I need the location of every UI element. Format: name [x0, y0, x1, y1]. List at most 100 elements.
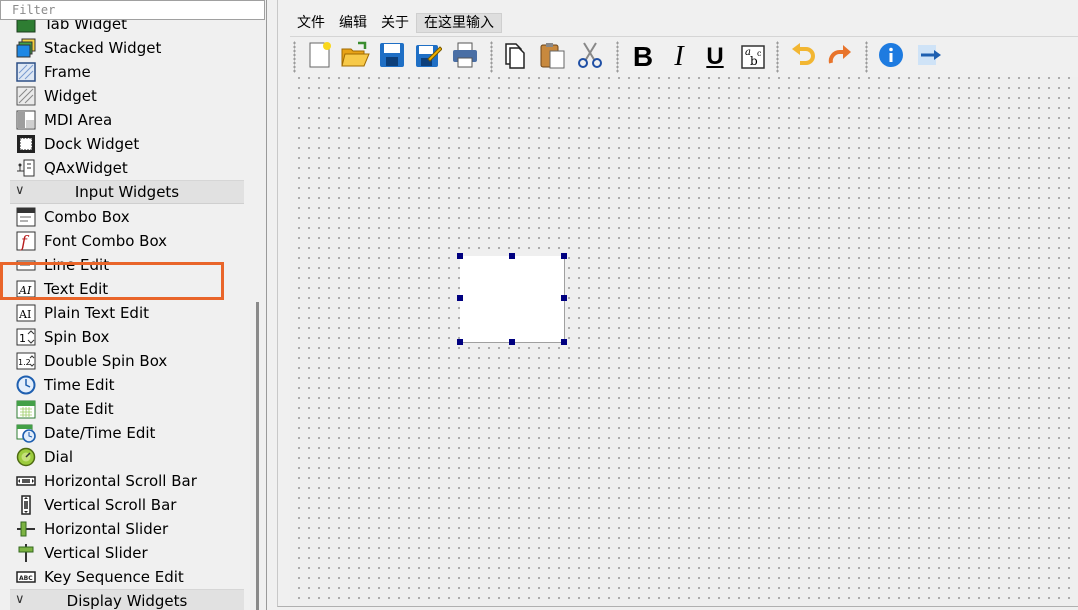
- vertical-slider-icon: [16, 543, 36, 563]
- toolbar-handle[interactable]: [865, 41, 868, 73]
- widget-item-key-sequence-edit[interactable]: ABC Key Sequence Edit: [0, 565, 246, 589]
- redo-icon: [826, 41, 854, 73]
- widget-item-time-edit[interactable]: Time Edit: [0, 373, 246, 397]
- widget-item-date-time-edit[interactable]: Date/Time Edit: [0, 421, 246, 445]
- widget-item-label: Time Edit: [44, 376, 115, 394]
- text-edit-icon: AI: [16, 279, 36, 299]
- toolbar-handle[interactable]: [293, 41, 296, 73]
- redo-button[interactable]: [825, 42, 855, 72]
- selection-handle[interactable]: [457, 295, 463, 301]
- mdi-area-icon: [16, 110, 36, 130]
- widget-item-dial[interactable]: Dial: [0, 445, 246, 469]
- frame-icon: [16, 62, 36, 82]
- widget-item-plain-text-edit[interactable]: AI Plain Text Edit: [0, 301, 246, 325]
- widget-item-vertical-slider[interactable]: Vertical Slider: [0, 541, 246, 565]
- category-label: Input Widgets: [74, 183, 180, 201]
- spin-box-icon: 1: [16, 327, 36, 347]
- widget-item-stacked-widget[interactable]: Stacked Widget: [0, 36, 246, 60]
- widget-item-qaxwidget[interactable]: QAxWidget: [0, 156, 246, 180]
- selection-handle[interactable]: [457, 339, 463, 345]
- category-input-widgets[interactable]: ∨ Input Widgets: [10, 180, 244, 204]
- widget-item-label: Vertical Scroll Bar: [44, 496, 177, 514]
- plain-text-edit-icon: AI: [16, 303, 36, 323]
- widget-item-line-edit[interactable]: Line Edit: [0, 253, 246, 277]
- toolbar-handle[interactable]: [616, 41, 619, 73]
- widget-item-double-spin-box[interactable]: 1.2 Double Spin Box: [0, 349, 246, 373]
- selection-handle[interactable]: [561, 253, 567, 259]
- widget-item-spin-box[interactable]: 1 Spin Box: [0, 325, 246, 349]
- save-button[interactable]: [377, 42, 407, 72]
- widget-item-horizontal-scroll-bar[interactable]: Horizontal Scroll Bar: [0, 469, 246, 493]
- time-edit-icon: [16, 375, 36, 395]
- form-editor: 文件 编辑 关于 在这里输入 B I U a b c: [266, 0, 1078, 610]
- category-label: Display Widgets: [66, 592, 188, 610]
- date-time-edit-icon: [16, 423, 36, 443]
- horizontal-slider-icon: [16, 519, 36, 539]
- cut-button[interactable]: [575, 42, 605, 72]
- open-button[interactable]: [340, 41, 370, 73]
- arrow-right-icon: [915, 41, 943, 73]
- widget-item-label: Double Spin Box: [44, 352, 168, 370]
- widget-item-combo-box[interactable]: Combo Box: [0, 205, 246, 229]
- svg-text:c: c: [757, 49, 762, 58]
- widget-item-horizontal-slider[interactable]: Horizontal Slider: [0, 517, 246, 541]
- widget-item-mdi-area[interactable]: MDI Area: [0, 108, 246, 132]
- selection-handle[interactable]: [509, 339, 515, 345]
- widget-item-widget[interactable]: Widget: [0, 84, 246, 108]
- text-edit-widget[interactable]: [460, 256, 565, 343]
- widget-item-label: Widget: [44, 87, 97, 105]
- open-folder-icon: [340, 41, 370, 73]
- selection-handle[interactable]: [561, 339, 567, 345]
- svg-text:ABC: ABC: [19, 575, 33, 582]
- font-button[interactable]: a b c: [738, 42, 768, 72]
- widget-item-vertical-scroll-bar[interactable]: Vertical Scroll Bar: [0, 493, 246, 517]
- widget-item-label: Date Edit: [44, 400, 114, 418]
- paste-button[interactable]: [537, 42, 567, 72]
- widget-item-font-combo-box[interactable]: f Font Combo Box: [0, 229, 246, 253]
- menu-about[interactable]: 关于: [374, 13, 416, 33]
- menu-edit[interactable]: 编辑: [332, 13, 374, 33]
- new-file-button[interactable]: [304, 42, 334, 72]
- save-as-button[interactable]: [413, 42, 443, 72]
- widget-item-label: Vertical Slider: [44, 544, 148, 562]
- menu-file[interactable]: 文件: [290, 13, 332, 33]
- selection-handle[interactable]: [509, 253, 515, 259]
- double-spin-box-icon: 1.2: [16, 351, 36, 371]
- svg-text:AI: AI: [18, 308, 31, 321]
- widget-box-scrollbar[interactable]: [256, 302, 259, 610]
- widget-item-label: Date/Time Edit: [44, 424, 156, 442]
- category-display-widgets[interactable]: ∨ Display Widgets: [10, 589, 244, 610]
- widget-item-label: MDI Area: [44, 111, 113, 129]
- vertical-scroll-bar-icon: [16, 495, 36, 515]
- widget-item-frame[interactable]: Frame: [0, 60, 246, 84]
- widget-item-date-edit[interactable]: Date Edit: [0, 397, 246, 421]
- menu-type-here[interactable]: 在这里输入: [416, 13, 502, 33]
- widget-item-text-edit[interactable]: AI Text Edit: [0, 277, 246, 301]
- widget-item-label: Dial: [44, 448, 74, 466]
- toolbar: B I U a b c: [290, 36, 1078, 78]
- italic-button[interactable]: I: [664, 42, 694, 72]
- selection-handle[interactable]: [561, 295, 567, 301]
- new-file-icon: [305, 41, 333, 73]
- filter-input[interactable]: Filter: [0, 0, 265, 20]
- save-icon: [378, 41, 406, 73]
- copy-button[interactable]: [500, 42, 530, 72]
- toolbar-handle[interactable]: [776, 41, 779, 73]
- form-canvas[interactable]: [290, 77, 1078, 606]
- widget-item-dock-widget[interactable]: Dock Widget: [0, 132, 246, 156]
- widget-icon: [16, 86, 36, 106]
- exit-button[interactable]: [914, 42, 944, 72]
- toolbar-handle[interactable]: [490, 41, 493, 73]
- font-combo-box-icon: f: [16, 231, 36, 251]
- key-sequence-edit-icon: ABC: [16, 567, 36, 587]
- copy-icon: [501, 41, 529, 73]
- bold-button[interactable]: B: [628, 42, 658, 72]
- undo-button[interactable]: [788, 42, 818, 72]
- print-button[interactable]: [450, 42, 480, 72]
- underline-button[interactable]: U: [700, 42, 730, 72]
- selection-handle[interactable]: [457, 253, 463, 259]
- widget-box-panel: Tab Widget Stacked Widget Frame Widget M…: [0, 0, 265, 610]
- dial-icon: [16, 447, 36, 467]
- form-frame: 文件 编辑 关于 在这里输入 B I U a b c: [277, 0, 1078, 607]
- info-button[interactable]: [876, 42, 906, 72]
